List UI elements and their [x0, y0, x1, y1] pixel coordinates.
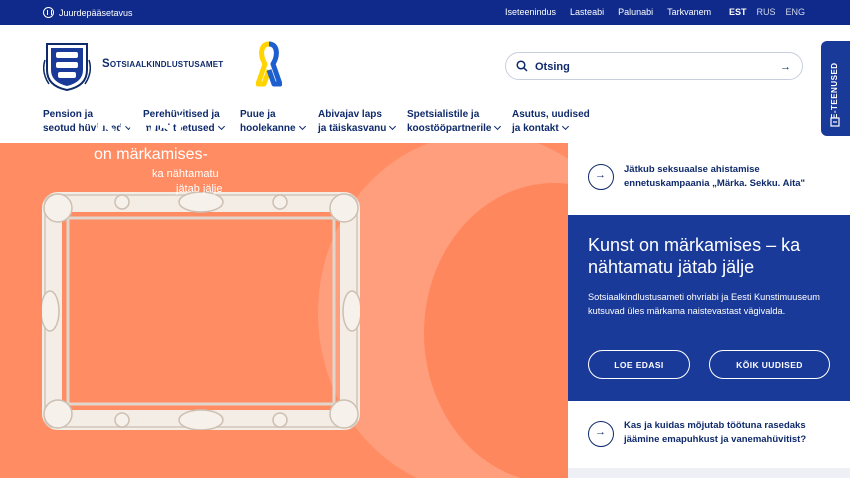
chevron-down-icon: [389, 122, 397, 130]
hero-art-title: Kunst: [94, 108, 188, 141]
hero-banner[interactable]: [0, 143, 568, 478]
chevron-down-icon: [494, 122, 502, 130]
search-field[interactable]: Otsing →: [505, 52, 803, 80]
link-lasteabi[interactable]: Lasteabi: [570, 7, 604, 17]
search-submit-icon[interactable]: →: [780, 61, 791, 73]
coat-of-arms-logo[interactable]: [43, 40, 91, 92]
news-item-title: Jätkub seksuaalse ahistamise: [624, 164, 760, 175]
nav-spetsialistile[interactable]: Spetsialistile ja koostööpartnerile: [407, 108, 502, 135]
arrow-right-icon: [588, 164, 614, 190]
ukraine-ribbon-icon: [256, 41, 282, 87]
lang-est[interactable]: EST: [729, 7, 747, 17]
search-placeholder: Otsing: [535, 61, 570, 73]
accessibility-link[interactable]: Juurdepääsetavus: [43, 7, 133, 18]
logo-wordmark[interactable]: Sotsiaalkindlustusamet: [102, 58, 223, 70]
featured-news-title: Kunst on märkamises – ka nähtamatu jätab…: [588, 235, 801, 277]
link-iseteenindus[interactable]: Iseteenindus: [505, 7, 556, 17]
hero-art-line: jätab jälje: [176, 183, 223, 195]
news-item-title: Kas ja kuidas mõjutab töötuna rasedaks: [624, 420, 806, 431]
search-icon: [516, 60, 528, 72]
all-news-button[interactable]: KÕIK UUDISED: [709, 350, 830, 379]
nav-puue[interactable]: Puue ja hoolekanne: [240, 108, 306, 135]
nav-asutus[interactable]: Asutus, uudised ja kontakt: [512, 108, 590, 135]
lang-eng[interactable]: ENG: [786, 7, 806, 17]
accessibility-icon: [43, 7, 54, 18]
chevron-down-icon: [298, 122, 306, 130]
language-switcher: EST RUS ENG: [729, 7, 805, 17]
hero-art-subtitle: on märkamises-: [94, 146, 208, 163]
divider: [568, 468, 850, 478]
nav-abivajav[interactable]: Abivajav laps ja täiskasvanu: [318, 108, 397, 135]
hero-art-line: ka nähtamatu: [152, 168, 219, 180]
ornate-frame-image: [42, 192, 360, 430]
featured-news: Kunst on märkamises – ka nähtamatu jätab…: [568, 215, 850, 401]
news-panel: Jätkub seksuaalse ahistamise ennetuskamp…: [568, 143, 850, 478]
news-item-title: ennetuskampaania „Märka. Sekku. Aita": [624, 178, 806, 189]
utility-links: Iseteenindus Lasteabi Palunabi Tarkvanem: [505, 7, 711, 17]
eteenused-label: E-TEENUSED: [830, 62, 839, 119]
eteenused-tab[interactable]: E-TEENUSED: [821, 41, 850, 136]
news-item[interactable]: Kas ja kuidas mõjutab töötuna rasedaks j…: [568, 401, 850, 468]
arrow-right-icon: [588, 421, 614, 447]
link-tarkvanem[interactable]: Tarkvanem: [667, 7, 711, 17]
utility-bar: Juurdepääsetavus Iseteenindus Lasteabi P…: [0, 0, 850, 25]
featured-news-description: Sotsiaalkindlustusameti ohvriabi ja Eest…: [588, 292, 820, 316]
news-item[interactable]: Jätkub seksuaalse ahistamise ennetuskamp…: [568, 143, 850, 215]
news-item-title: jäämine emapuhkust ja vanemahüvitist?: [624, 434, 807, 445]
read-more-button[interactable]: LOE EDASI: [588, 350, 690, 379]
link-palunabi[interactable]: Palunabi: [618, 7, 653, 17]
lang-rus[interactable]: RUS: [757, 7, 776, 17]
chevron-down-icon: [561, 122, 569, 130]
accessibility-label: Juurdepääsetavus: [59, 7, 133, 18]
chevron-down-icon: [217, 122, 225, 130]
login-icon: [830, 117, 840, 127]
